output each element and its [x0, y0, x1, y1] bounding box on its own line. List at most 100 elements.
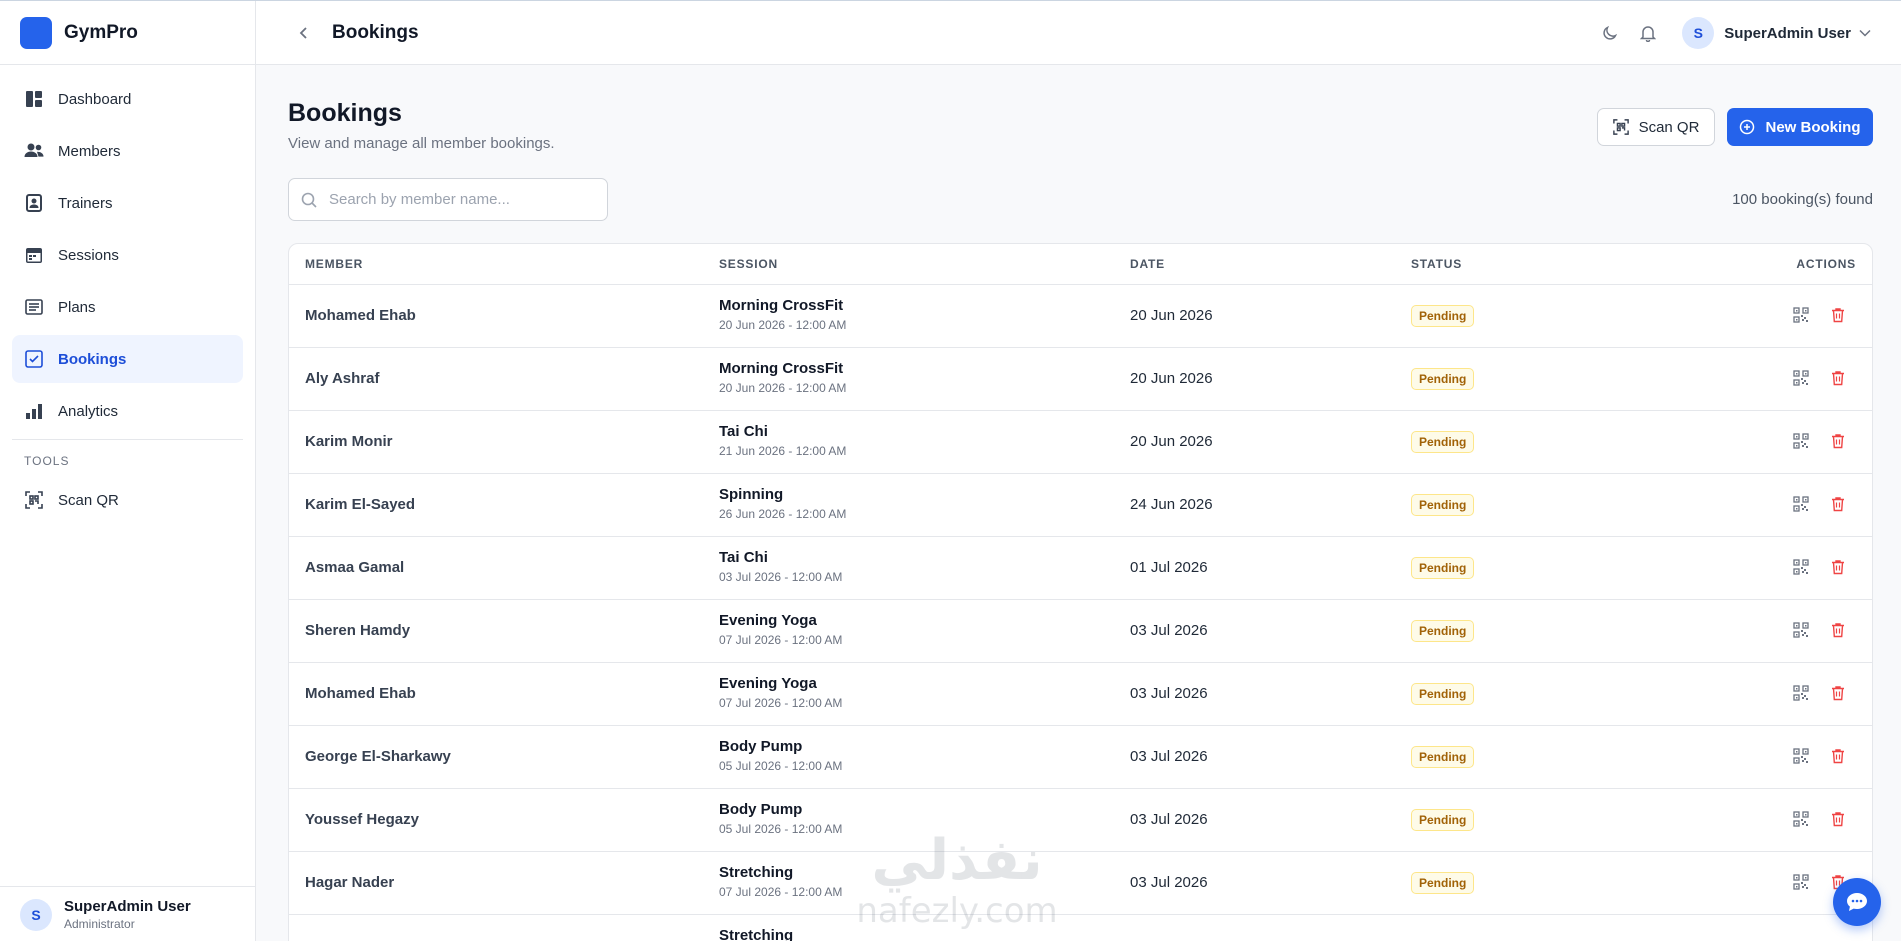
- plus-circle-icon: [1740, 119, 1755, 135]
- sidebar-item-plans[interactable]: Plans: [12, 283, 243, 331]
- avatar: S: [1682, 17, 1715, 49]
- sidebar-user-footer[interactable]: S SuperAdmin User Administrator: [0, 886, 255, 941]
- session-cell: Body Pump 05 Jul 2026 - 12:00 AM: [719, 801, 842, 836]
- back-icon[interactable]: [292, 21, 316, 45]
- booking-date: 24 Jun 2026: [1130, 496, 1213, 513]
- booking-date: 03 Jul 2026: [1130, 874, 1208, 891]
- table-row[interactable]: Karim Monir Tai Chi 21 Jun 2026 - 12:00 AM…: [289, 411, 1872, 474]
- new-booking-button[interactable]: New Booking: [1727, 108, 1873, 146]
- trash-icon[interactable]: [1831, 622, 1849, 640]
- table-header: MEMBER SESSION DATE STATUS ACTIONS: [289, 244, 1872, 285]
- sidebar-item-analytics[interactable]: Analytics: [12, 387, 243, 435]
- page-title: Bookings: [288, 99, 402, 127]
- session-cell: Evening Yoga 07 Jul 2026 - 12:00 AM: [719, 675, 842, 710]
- session-name: Body Pump: [719, 801, 803, 818]
- new-booking-label: New Booking: [1765, 118, 1861, 136]
- member-name: Asmaa Gamal: [305, 559, 405, 576]
- table-row[interactable]: Stretching: [289, 915, 1872, 941]
- status-badge: Pending: [1411, 431, 1475, 453]
- status-cell: Pending: [1411, 431, 1475, 453]
- sidebar: GymPro Dashboard Members Trainers Sessio…: [0, 1, 256, 941]
- qr-code-icon[interactable]: [1793, 748, 1811, 766]
- table-row[interactable]: Asmaa Gamal Tai Chi 03 Jul 2026 - 12:00 AM…: [289, 537, 1872, 600]
- trash-icon[interactable]: [1831, 433, 1849, 451]
- table-row[interactable]: Aly Ashraf Morning CrossFit 20 Jun 2026 - …: [289, 348, 1872, 411]
- session-datetime: 20 Jun 2026 - 12:00 AM: [719, 318, 847, 332]
- trash-icon[interactable]: [1831, 370, 1849, 388]
- moon-icon[interactable]: [1598, 21, 1622, 45]
- user-name: SuperAdmin User: [1724, 24, 1851, 42]
- qr-code-icon[interactable]: [1793, 433, 1811, 451]
- sidebar-item-label: Members: [58, 142, 121, 160]
- topbar-actions: S SuperAdmin User: [1598, 1, 1871, 65]
- qr-code-icon[interactable]: [1793, 370, 1811, 388]
- qr-code-icon[interactable]: [1793, 622, 1811, 640]
- session-datetime: 26 Jun 2026 - 12:00 AM: [719, 507, 847, 521]
- sidebar-item-dashboard[interactable]: Dashboard: [12, 75, 243, 123]
- dashboard-icon: [24, 89, 44, 109]
- qr-code-icon[interactable]: [1793, 559, 1811, 577]
- session-name: Body Pump: [719, 738, 803, 755]
- bookings-table: MEMBER SESSION DATE STATUS ACTIONS Moham…: [288, 243, 1873, 941]
- session-datetime: 07 Jul 2026 - 12:00 AM: [719, 696, 843, 710]
- bell-icon[interactable]: [1636, 21, 1660, 45]
- table-row[interactable]: Youssef Hegazy Body Pump 05 Jul 2026 - 12:…: [289, 789, 1872, 852]
- sidebar-item-bookings[interactable]: Bookings: [12, 335, 243, 383]
- status-badge: Pending: [1411, 746, 1475, 768]
- scan-qr-label: Scan QR: [1638, 118, 1700, 136]
- session-name: Morning CrossFit: [719, 360, 844, 377]
- trash-icon[interactable]: [1831, 496, 1849, 514]
- qr-code-icon[interactable]: [1793, 496, 1811, 514]
- session-cell: Tai Chi 21 Jun 2026 - 12:00 AM: [719, 423, 846, 458]
- sidebar-item-sessions[interactable]: Sessions: [12, 231, 243, 279]
- member-name: Mohamed Ehab: [305, 685, 416, 702]
- bar-chart-icon: [24, 401, 44, 421]
- table-row[interactable]: Karim El-Sayed Spinning 26 Jun 2026 - 12:0…: [289, 474, 1872, 537]
- table-row[interactable]: Sheren Hamdy Evening Yoga 07 Jul 2026 - 12…: [289, 600, 1872, 663]
- status-cell: Pending: [1411, 305, 1475, 327]
- search-input[interactable]: [329, 191, 589, 208]
- session-datetime: 07 Jul 2026 - 12:00 AM: [719, 633, 843, 647]
- table-row[interactable]: Mohamed Ehab Morning CrossFit 20 Jun 2026 …: [289, 285, 1872, 348]
- chat-button[interactable]: [1833, 878, 1881, 926]
- trash-icon[interactable]: [1831, 307, 1849, 325]
- status-badge: Pending: [1411, 494, 1475, 516]
- sidebar-item-scan-qr[interactable]: Scan QR: [12, 476, 243, 524]
- status-cell: Pending: [1411, 368, 1475, 390]
- booking-date: 03 Jul 2026: [1130, 811, 1208, 828]
- session-datetime: 07 Jul 2026 - 12:00 AM: [719, 885, 843, 899]
- column-header-session: SESSION: [719, 257, 778, 271]
- sidebar-item-trainers[interactable]: Trainers: [12, 179, 243, 227]
- search-icon: [301, 192, 317, 208]
- chevron-down-icon: [1859, 29, 1871, 37]
- booking-date: 01 Jul 2026: [1130, 559, 1208, 576]
- member-name: Youssef Hegazy: [305, 811, 419, 828]
- session-name: Tai Chi: [719, 423, 768, 440]
- booking-date: 20 Jun 2026: [1130, 370, 1213, 387]
- scan-qr-button[interactable]: Scan QR: [1597, 108, 1715, 146]
- qr-code-icon[interactable]: [1793, 874, 1811, 892]
- trash-icon[interactable]: [1831, 811, 1849, 829]
- trash-icon[interactable]: [1831, 685, 1849, 703]
- qr-code-icon[interactable]: [1793, 307, 1811, 325]
- user-menu[interactable]: S SuperAdmin User: [1682, 17, 1871, 49]
- qr-code-icon[interactable]: [1793, 811, 1811, 829]
- qr-code-icon[interactable]: [1793, 685, 1811, 703]
- session-name: Evening Yoga: [719, 612, 817, 629]
- table-row[interactable]: Mohamed Ehab Evening Yoga 07 Jul 2026 - 12…: [289, 663, 1872, 726]
- sidebar-item-members[interactable]: Members: [12, 127, 243, 175]
- app-logo: [20, 16, 52, 49]
- avatar: S: [20, 898, 52, 931]
- table-row[interactable]: George El-Sharkawy Body Pump 05 Jul 2026 -…: [289, 726, 1872, 789]
- trash-icon[interactable]: [1831, 559, 1849, 577]
- search-box: [288, 178, 608, 221]
- sidebar-item-label: Plans: [58, 298, 96, 316]
- status-badge: Pending: [1411, 305, 1475, 327]
- session-name: Evening Yoga: [719, 675, 817, 692]
- brand[interactable]: GymPro: [0, 1, 255, 65]
- result-count: 100 booking(s) found: [1732, 191, 1873, 208]
- table-row[interactable]: Hagar Nader Stretching 07 Jul 2026 - 12:00…: [289, 852, 1872, 915]
- trash-icon[interactable]: [1831, 748, 1849, 766]
- booking-date: 20 Jun 2026: [1130, 433, 1213, 450]
- status-cell: Pending: [1411, 683, 1475, 705]
